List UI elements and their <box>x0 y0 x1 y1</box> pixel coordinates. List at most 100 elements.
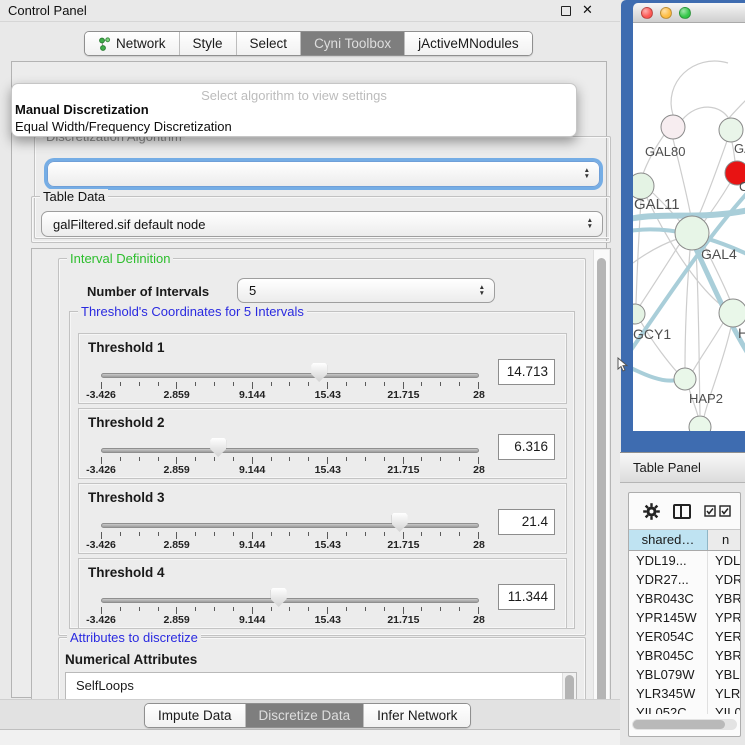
tab-style[interactable]: Style <box>180 32 237 55</box>
node-label-gal4: GAL4 <box>701 246 737 262</box>
threshold-value-field[interactable]: 6.316 <box>498 434 555 460</box>
tick-label: 9.144 <box>239 539 265 551</box>
threshold-value-field[interactable]: 11.344 <box>498 584 555 610</box>
cell-name[interactable]: YDL1 <box>708 551 741 570</box>
split-table-icon[interactable] <box>673 504 691 519</box>
tick-label: 2.859 <box>163 389 189 401</box>
table-row[interactable]: YDL19...YDL1 <box>629 551 741 570</box>
cell-name[interactable]: YPR1 <box>708 608 741 627</box>
cell-name[interactable]: YER0 <box>708 627 741 646</box>
cell-name[interactable]: YIL0 <box>708 703 741 714</box>
network-window-titlebar[interactable] <box>633 3 745 23</box>
panel-scrollbar[interactable] <box>593 250 609 723</box>
table-panel-body: shared… n YDL19...YDL1YDR27...YDR2YBR043… <box>620 484 745 745</box>
node-gal80[interactable] <box>661 115 685 139</box>
table-row[interactable]: YLR345WYLR3 <box>629 684 741 703</box>
table-row[interactable]: YBR045CYBR0 <box>629 646 741 665</box>
network-edge[interactable] <box>697 141 727 219</box>
algorithm-option-0[interactable]: Manual Discretization <box>12 101 576 118</box>
cell-name[interactable]: YDR2 <box>708 570 741 589</box>
column-visibility-icons[interactable] <box>704 505 731 517</box>
threshold-value-field[interactable]: 21.4 <box>498 509 555 535</box>
combo-stepper-icon: ▲▼ <box>479 279 485 302</box>
control-panel: Control Panel ✕ NetworkStyleSelectCyni T… <box>0 0 620 745</box>
zoom-traffic-light-icon[interactable] <box>679 7 691 19</box>
network-edge[interactable] <box>671 61 728 115</box>
close-icon[interactable]: ✕ <box>582 2 593 18</box>
table-row[interactable]: YBR043CYBR0 <box>629 589 741 608</box>
network-edge[interactable] <box>693 323 723 371</box>
cell-shared-name[interactable]: YDR27... <box>629 570 708 589</box>
tab-impute-data[interactable]: Impute Data <box>145 704 246 727</box>
table-row[interactable]: YPR145WYPR1 <box>629 608 741 627</box>
slider-track[interactable] <box>101 373 479 378</box>
table-row[interactable]: YER054CYER0 <box>629 627 741 646</box>
node-gal4[interactable] <box>675 216 709 250</box>
cell-name[interactable]: YBL0 <box>708 665 741 684</box>
tab-jactivemnodules[interactable]: jActiveMNodules <box>405 32 532 55</box>
slider-track[interactable] <box>101 448 479 453</box>
tick-label: 21.715 <box>387 389 419 401</box>
scrollbar-thumb[interactable] <box>633 720 725 729</box>
network-edge-highlighted[interactable] <box>633 367 677 381</box>
cell-name[interactable]: YLR3 <box>708 684 741 703</box>
cell-shared-name[interactable]: YPR145W <box>629 608 708 627</box>
tab-label: Infer Network <box>377 708 457 723</box>
cyni-bottom-tabbar: Impute DataDiscretize Data Infer Network <box>144 703 471 728</box>
node-gcy1[interactable] <box>633 304 645 324</box>
cell-shared-name[interactable]: YER054C <box>629 627 708 646</box>
scrollbar-thumb[interactable] <box>597 258 606 703</box>
node-bottom[interactable] <box>689 416 711 431</box>
node-hap2[interactable] <box>674 368 696 390</box>
tab-cyni-toolbox[interactable]: Cyni Toolbox <box>301 32 405 55</box>
network-edge[interactable] <box>682 107 729 120</box>
float-window-icon[interactable] <box>561 6 571 16</box>
table-data-select[interactable]: galFiltered.sif default node ▲▼ <box>41 211 603 237</box>
column-header-shared[interactable]: shared… <box>629 530 708 550</box>
cell-name[interactable]: YBR0 <box>708 646 741 665</box>
node-top-right[interactable] <box>719 118 743 142</box>
cell-shared-name[interactable]: YBR045C <box>629 646 708 665</box>
slider-track[interactable] <box>101 523 479 528</box>
number-of-intervals-value: 5 <box>238 283 494 298</box>
cell-shared-name[interactable]: YBR043C <box>629 589 708 608</box>
network-canvas[interactable]: GAL80GACGAL11GAL4GCY1HHAP2 <box>633 23 745 431</box>
cell-shared-name[interactable]: YLR345W <box>629 684 708 703</box>
tab-network[interactable]: Network <box>85 32 180 55</box>
column-header-name[interactable]: n <box>708 530 741 550</box>
gear-icon[interactable] <box>643 503 660 520</box>
slider-track[interactable] <box>101 598 479 603</box>
table-hscrollbar[interactable] <box>632 719 737 730</box>
node-label-ga: GA <box>734 141 745 156</box>
network-edge[interactable] <box>633 238 680 263</box>
tab-infer-network[interactable]: Infer Network <box>364 704 470 727</box>
node-h[interactable] <box>719 299 745 327</box>
close-traffic-light-icon[interactable] <box>641 7 653 19</box>
algorithm-option-1[interactable]: Equal Width/Frequency Discretization <box>12 118 576 135</box>
network-edge[interactable] <box>729 99 745 118</box>
threshold-value-field[interactable]: 14.713 <box>498 359 555 385</box>
network-icon <box>98 37 111 51</box>
table-row[interactable]: YBL079WYBL0 <box>629 665 741 684</box>
table-data-group: Table Data galFiltered.sif default node … <box>31 196 611 243</box>
cell-shared-name[interactable]: YIL052C <box>629 703 708 714</box>
cell-shared-name[interactable]: YDL19... <box>629 551 708 570</box>
tick-label: 2.859 <box>163 539 189 551</box>
tab-label: Cyni Toolbox <box>314 36 391 51</box>
number-of-intervals-select[interactable]: 5 ▲▼ <box>237 278 495 303</box>
table-row[interactable]: YDR27...YDR2 <box>629 570 741 589</box>
tab-discretize-data[interactable]: Discretize Data <box>246 704 365 727</box>
cell-name[interactable]: YBR0 <box>708 589 741 608</box>
minimize-traffic-light-icon[interactable] <box>660 7 672 19</box>
tab-select[interactable]: Select <box>237 32 302 55</box>
table-row[interactable]: YIL052CYIL0 <box>629 703 741 714</box>
attribute-item[interactable]: SelfLoops <box>66 673 576 695</box>
algorithm-select[interactable]: ▲▼ <box>47 161 600 187</box>
tick-label: 9.144 <box>239 464 265 476</box>
tick-label: -3.426 <box>86 389 116 401</box>
slider-thumb[interactable] <box>311 363 327 382</box>
slider-thumb[interactable] <box>392 513 408 532</box>
slider-thumb[interactable] <box>271 588 287 607</box>
slider-thumb[interactable] <box>210 438 226 457</box>
cell-shared-name[interactable]: YBL079W <box>629 665 708 684</box>
